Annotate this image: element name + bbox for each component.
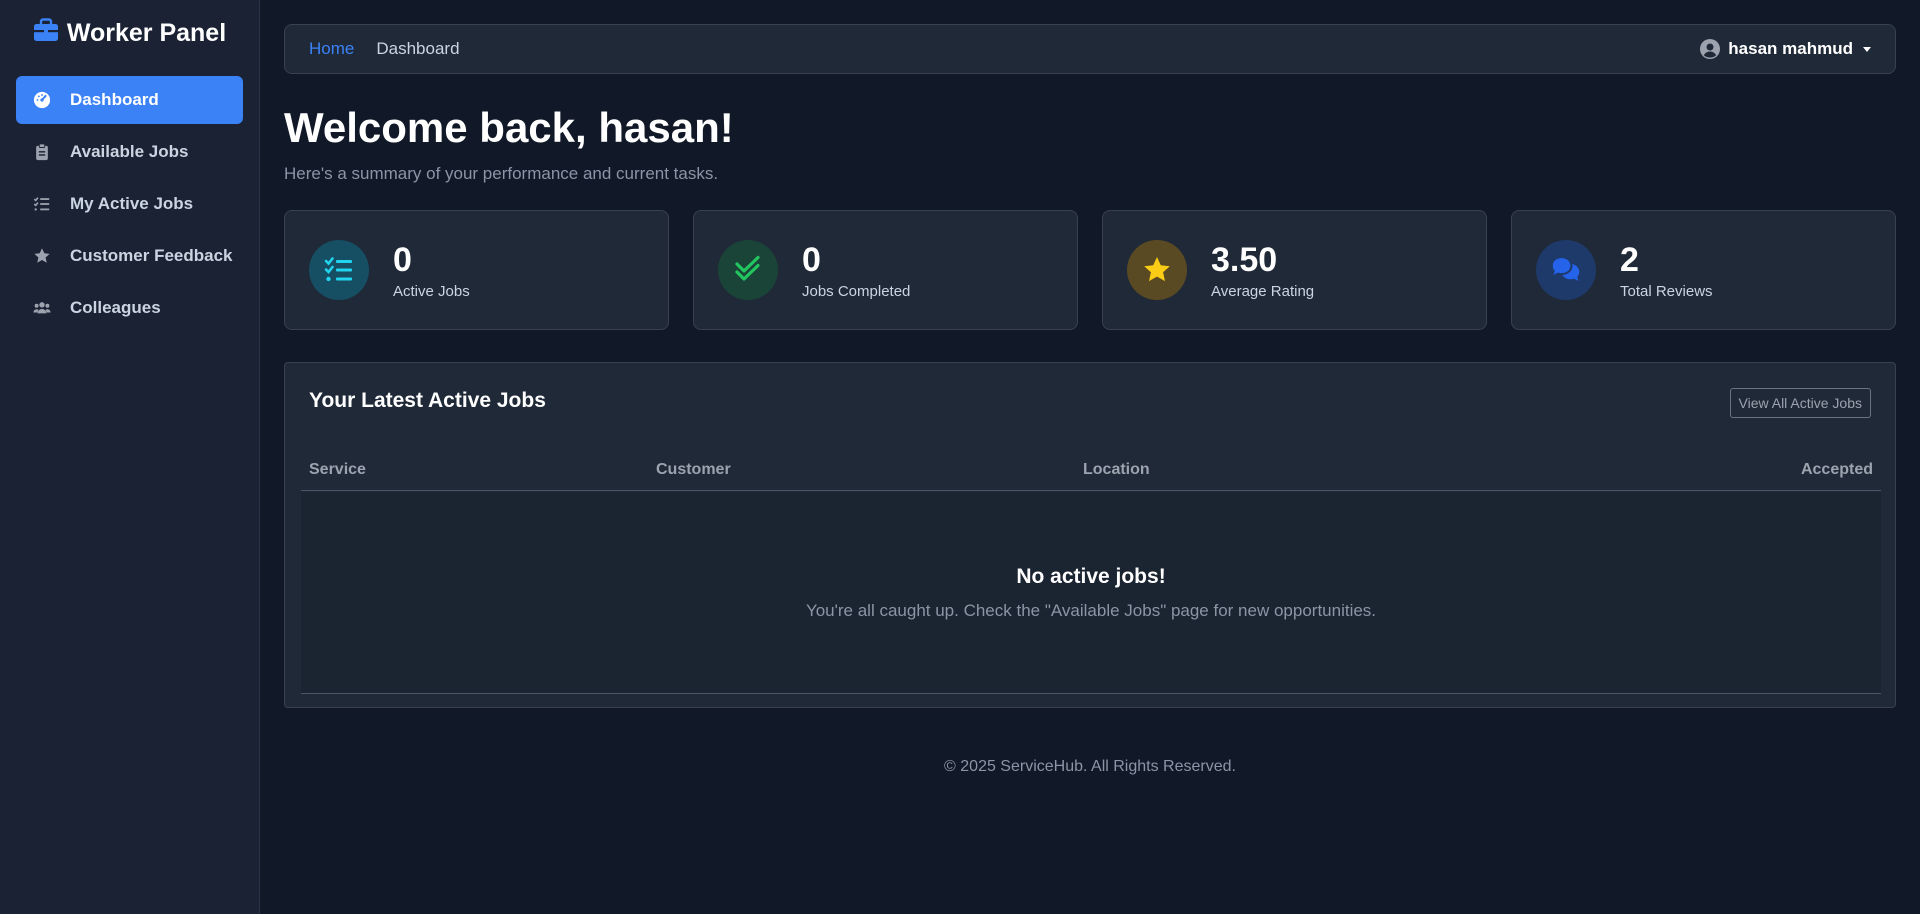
gauge-icon <box>32 90 52 110</box>
sidebar-item-colleagues[interactable]: Colleagues <box>16 284 243 332</box>
user-circle-icon <box>1700 39 1721 59</box>
stat-label: Average Rating <box>1211 282 1315 300</box>
page-title: Welcome back, hasan! <box>284 104 734 151</box>
star-icon <box>1127 240 1187 300</box>
empty-state-text: You're all caught up. Check the "Availab… <box>805 600 1377 620</box>
stat-value: 3.50 <box>1211 240 1278 279</box>
double-check-icon <box>718 240 778 300</box>
comments-icon <box>1536 240 1596 300</box>
top-navbar: Home Dashboard hasan mahmud <box>284 24 1896 74</box>
user-menu[interactable]: hasan mahmud <box>1700 39 1871 59</box>
stat-label: Jobs Completed <box>802 282 911 300</box>
list-check-icon <box>32 194 52 214</box>
empty-state: No active jobs! You're all caught up. Ch… <box>301 492 1881 694</box>
column-header-location[interactable]: Location <box>1083 461 1150 479</box>
stats-row: 0 Active Jobs 0 Jobs Completed 3.50 Aver… <box>284 210 1896 330</box>
sidebar-item-label: Dashboard <box>70 90 159 109</box>
stat-card-jobs-completed: 0 Jobs Completed <box>693 210 1078 330</box>
column-header-customer[interactable]: Customer <box>656 461 731 479</box>
stat-card-total-reviews: 2 Total Reviews <box>1511 210 1896 330</box>
breadcrumb-current: Dashboard <box>376 39 460 58</box>
sidebar-item-customer-feedback[interactable]: Customer Feedback <box>16 232 243 280</box>
sidebar-item-available-jobs[interactable]: Available Jobs <box>16 128 243 176</box>
column-header-service[interactable]: Service <box>309 461 366 479</box>
star-icon <box>32 246 52 266</box>
stat-value: 0 <box>393 240 412 279</box>
sidebar-item-label: Customer Feedback <box>70 246 233 265</box>
chevron-down-icon <box>1863 46 1871 52</box>
list-check-icon <box>309 240 369 300</box>
stat-label: Total Reviews <box>1620 282 1713 300</box>
view-all-active-jobs-button[interactable]: View All Active Jobs <box>1729 388 1871 418</box>
sidebar-item-my-active-jobs[interactable]: My Active Jobs <box>16 180 243 228</box>
empty-state-title: No active jobs! <box>1016 564 1166 588</box>
clipboard-icon <box>32 142 52 162</box>
sidebar-nav: Dashboard Available Jobs My Active Jobs … <box>0 66 259 346</box>
briefcase-icon <box>33 17 59 49</box>
sidebar-item-label: My Active Jobs <box>70 194 194 213</box>
sidebar-item-label: Colleagues <box>70 298 161 317</box>
stat-value: 2 <box>1620 240 1639 279</box>
stat-card-average-rating: 3.50 Average Rating <box>1102 210 1487 330</box>
breadcrumb-home[interactable]: Home <box>309 39 354 59</box>
brand[interactable]: Worker Panel <box>0 0 259 66</box>
brand-title: Worker Panel <box>66 18 227 47</box>
table-header: Service Customer Location Accepted <box>301 451 1881 491</box>
column-header-accepted[interactable]: Accepted <box>1801 461 1873 479</box>
users-icon <box>32 298 52 318</box>
stat-value: 0 <box>802 240 821 279</box>
latest-jobs-panel: Your Latest Active Jobs View All Active … <box>284 362 1896 708</box>
page-subtitle: Here's a summary of your performance and… <box>284 164 719 183</box>
footer: © 2025 ServiceHub. All Rights Reserved. <box>944 758 1236 775</box>
user-name: hasan mahmud <box>1728 39 1853 58</box>
sidebar-item-dashboard[interactable]: Dashboard <box>16 76 243 124</box>
panel-title: Your Latest Active Jobs <box>309 389 546 412</box>
stat-label: Active Jobs <box>393 282 470 300</box>
sidebar: Worker Panel Dashboard Available Jobs My… <box>0 0 260 914</box>
stat-card-active-jobs: 0 Active Jobs <box>284 210 669 330</box>
sidebar-item-label: Available Jobs <box>70 142 189 161</box>
